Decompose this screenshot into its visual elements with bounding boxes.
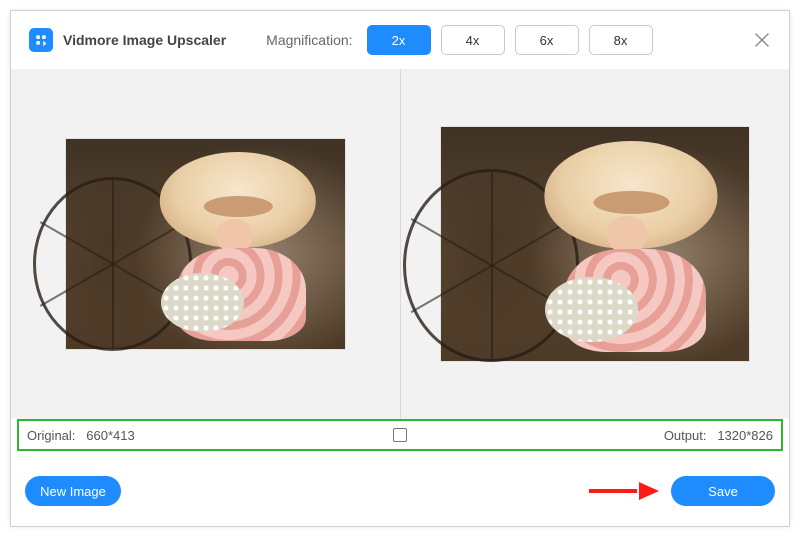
dimensions-bar: Original: 660*413 Output: 1320*826 bbox=[17, 419, 783, 451]
magnification-8x-button[interactable]: 8x bbox=[589, 25, 653, 55]
magnification-4x-button[interactable]: 4x bbox=[441, 25, 505, 55]
original-dim-value: 660*413 bbox=[86, 428, 134, 443]
crop-handle-icon[interactable] bbox=[393, 428, 407, 442]
output-dim-label: Output: bbox=[664, 428, 707, 443]
output-image bbox=[441, 127, 750, 361]
preview-area bbox=[11, 69, 789, 419]
app-title: Vidmore Image Upscaler bbox=[63, 32, 226, 48]
original-dim-label: Original: bbox=[27, 428, 75, 443]
annotation-arrow-icon bbox=[589, 482, 659, 500]
magnification-group: 2x 4x 6x 8x bbox=[367, 25, 653, 55]
magnification-6x-button[interactable]: 6x bbox=[515, 25, 579, 55]
output-pane bbox=[401, 69, 790, 419]
header: Vidmore Image Upscaler Magnification: 2x… bbox=[11, 11, 789, 70]
original-pane bbox=[11, 69, 400, 419]
magnification-2x-button[interactable]: 2x bbox=[367, 25, 431, 55]
magnification-label: Magnification: bbox=[266, 32, 352, 48]
footer: New Image Save bbox=[11, 456, 789, 526]
output-dim-value: 1320*826 bbox=[717, 428, 773, 443]
output-dimensions: Output: 1320*826 bbox=[664, 428, 773, 443]
original-dimensions: Original: 660*413 bbox=[27, 428, 135, 443]
save-button[interactable]: Save bbox=[671, 476, 775, 506]
app-logo-icon bbox=[29, 28, 53, 52]
original-image bbox=[66, 139, 345, 349]
new-image-button[interactable]: New Image bbox=[25, 476, 121, 506]
close-icon[interactable] bbox=[751, 29, 773, 51]
